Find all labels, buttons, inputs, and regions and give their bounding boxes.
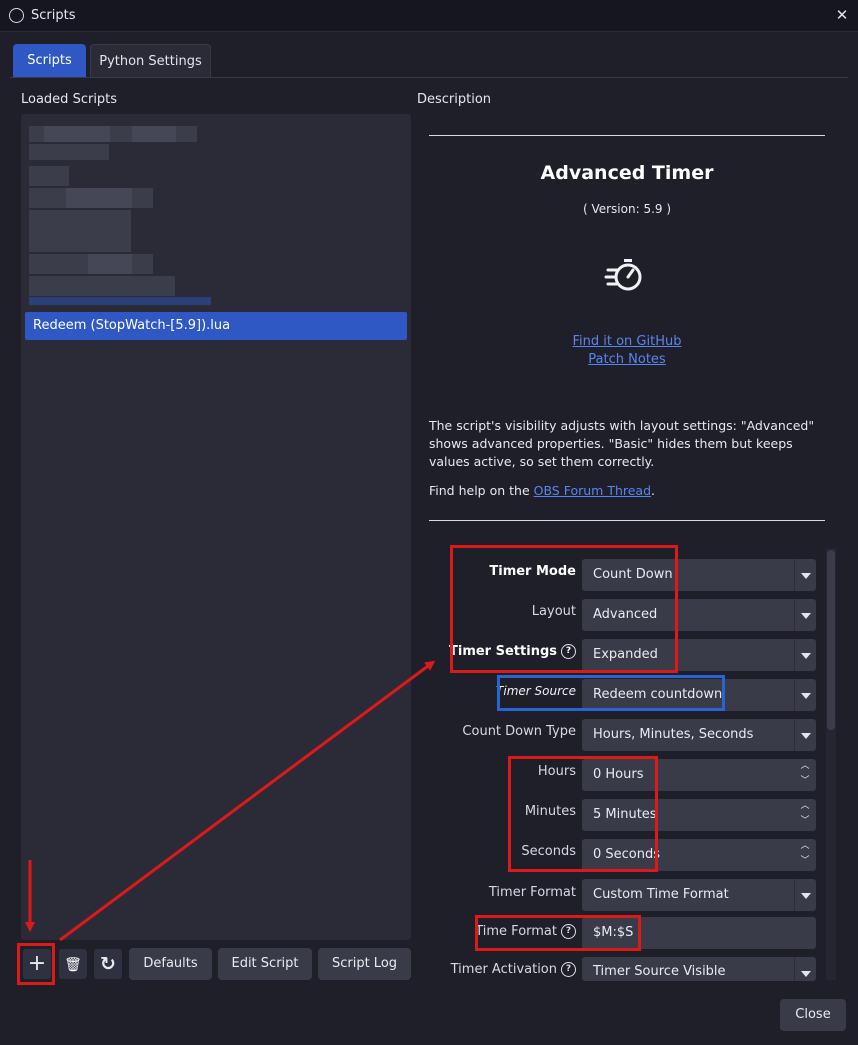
annotation-arrows <box>25 660 436 942</box>
annotation-arrow-diagonal <box>59 660 436 942</box>
